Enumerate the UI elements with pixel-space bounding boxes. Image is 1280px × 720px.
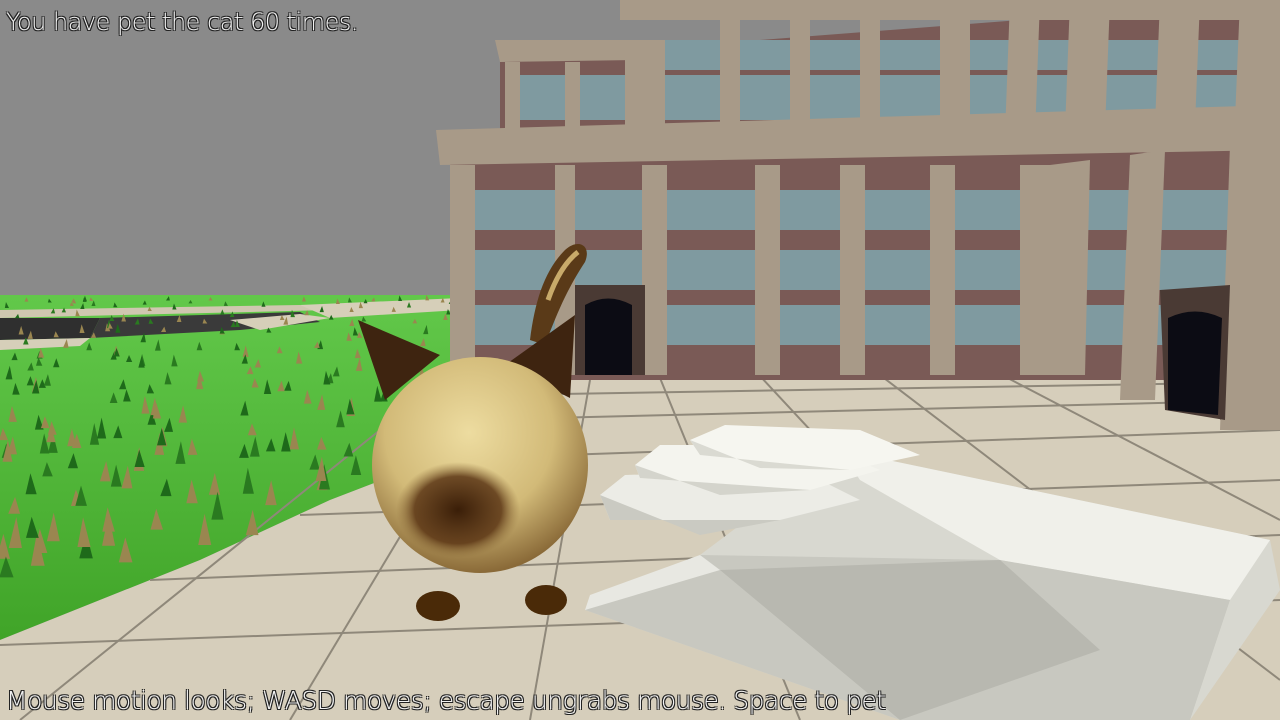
cat-paw-right [525,585,567,615]
game-scene[interactable] [0,0,1280,720]
controls-hint-text: Mouse motion looks; WASD moves; escape u… [6,686,886,715]
cat-face-marking [396,462,520,558]
pet-counter-text: You have pet the cat 60 times. [6,8,359,36]
game-viewport[interactable]: You have pet the cat 60 times. Mouse mot… [0,0,1280,720]
cat-paw-left [416,591,460,621]
